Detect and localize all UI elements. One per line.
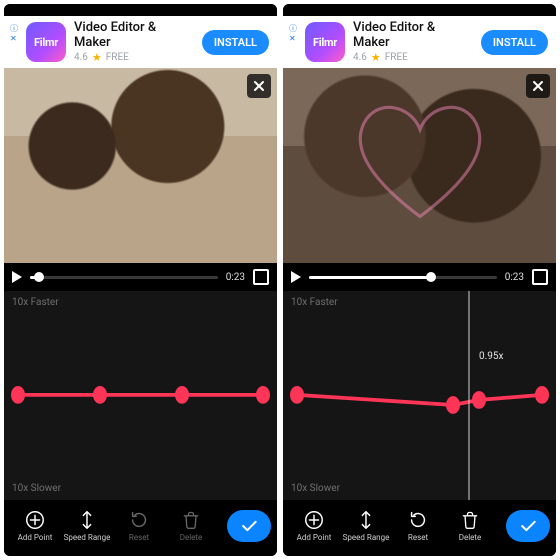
reset-label: Reset	[129, 534, 149, 542]
progress-thumb[interactable]	[34, 272, 44, 282]
play-button[interactable]	[12, 271, 22, 283]
video-frame	[4, 68, 277, 263]
ad-title: Video Editor & Maker	[74, 20, 194, 51]
star-icon: ★	[92, 51, 102, 64]
ad-text: Video Editor & Maker 4.6 ★ FREE	[74, 20, 194, 64]
ad-meta: 4.6 ★ FREE	[353, 51, 473, 64]
ad-banner[interactable]: ⓘ✕ Filmr Video Editor & Maker 4.6 ★ FREE…	[283, 16, 556, 68]
progress-track[interactable]	[30, 276, 218, 279]
install-button[interactable]: INSTALL	[202, 30, 269, 55]
add-point-label: Add Point	[297, 534, 332, 542]
done-button[interactable]	[506, 510, 550, 542]
play-button[interactable]	[291, 271, 301, 283]
speed-graph[interactable]: 10x Faster 10x Slower	[4, 291, 277, 500]
trash-icon	[459, 509, 481, 531]
arrows-vertical-icon	[355, 509, 377, 531]
install-button[interactable]: INSTALL	[481, 30, 548, 55]
plus-circle-icon	[24, 509, 46, 531]
speed-range-button[interactable]: Speed Range	[341, 509, 391, 542]
star-icon: ★	[371, 51, 381, 64]
player-bar: 0:23	[283, 263, 556, 291]
video-still	[4, 68, 277, 263]
video-preview[interactable]	[4, 68, 277, 263]
speed-range-label: Speed Range	[343, 534, 390, 542]
plus-circle-icon	[303, 509, 325, 531]
progress-fill	[309, 276, 431, 279]
speed-curve-svg[interactable]	[4, 291, 277, 500]
video-still	[283, 68, 556, 263]
ad-app-icon[interactable]: Filmr	[305, 22, 345, 62]
adchoices-icon[interactable]: ⓘ✕	[289, 20, 297, 44]
ad-price: FREE	[385, 52, 408, 64]
status-bar	[283, 4, 556, 16]
reset-icon	[128, 509, 150, 531]
ad-text: Video Editor & Maker 4.6 ★ FREE	[353, 20, 473, 64]
speed-range-label: Speed Range	[64, 534, 111, 542]
speed-curve-svg[interactable]	[283, 291, 556, 500]
ad-title: Video Editor & Maker	[353, 20, 473, 51]
delete-label: Delete	[180, 534, 203, 542]
reset-label: Reset	[408, 534, 428, 542]
video-preview[interactable]	[283, 68, 556, 263]
time-remaining: 0:23	[226, 272, 245, 283]
adchoices-icon[interactable]: ⓘ✕	[10, 20, 18, 44]
ad-rating: 4.6	[353, 52, 367, 64]
time-remaining: 0:23	[505, 272, 524, 283]
reset-icon	[407, 509, 429, 531]
phone-screen: ⓘ✕ Filmr Video Editor & Maker 4.6 ★ FREE…	[283, 4, 556, 556]
ad-banner[interactable]: ⓘ✕ Filmr Video Editor & Maker 4.6 ★ FREE…	[4, 16, 277, 68]
ad-app-icon[interactable]: Filmr	[26, 22, 66, 62]
trash-icon	[180, 509, 202, 531]
progress-thumb[interactable]	[426, 272, 436, 282]
player-bar: 0:23	[4, 263, 277, 291]
close-button[interactable]	[526, 74, 550, 98]
done-button[interactable]	[227, 510, 271, 542]
speed-range-button[interactable]: Speed Range	[62, 509, 112, 542]
toolbar: Add Point Speed Range Reset	[4, 500, 277, 556]
screenshot-pair: ⓘ✕ Filmr Video Editor & Maker 4.6 ★ FREE…	[0, 0, 560, 560]
add-point-button[interactable]: Add Point	[10, 509, 60, 542]
fullscreen-button[interactable]	[532, 269, 548, 285]
ad-rating: 4.6	[74, 52, 88, 64]
reset-button[interactable]: Reset	[393, 509, 443, 542]
fullscreen-button[interactable]	[253, 269, 269, 285]
ad-meta: 4.6 ★ FREE	[74, 51, 194, 64]
phone-screen: ⓘ✕ Filmr Video Editor & Maker 4.6 ★ FREE…	[4, 4, 277, 556]
add-point-label: Add Point	[18, 534, 53, 542]
toolbar: Add Point Speed Range Reset	[283, 500, 556, 556]
speed-graph[interactable]: 10x Faster 10x Slower 0.95x	[283, 291, 556, 500]
arrows-vertical-icon	[76, 509, 98, 531]
ad-price: FREE	[106, 52, 129, 64]
delete-button[interactable]: Delete	[166, 509, 216, 542]
status-bar	[4, 4, 277, 16]
add-point-button[interactable]: Add Point	[289, 509, 339, 542]
close-button[interactable]	[247, 74, 271, 98]
video-frame	[283, 68, 556, 263]
progress-track[interactable]	[309, 276, 497, 279]
delete-label: Delete	[459, 534, 482, 542]
reset-button[interactable]: Reset	[114, 509, 164, 542]
speed-readout: 0.95x	[479, 351, 503, 362]
delete-button[interactable]: Delete	[445, 509, 495, 542]
